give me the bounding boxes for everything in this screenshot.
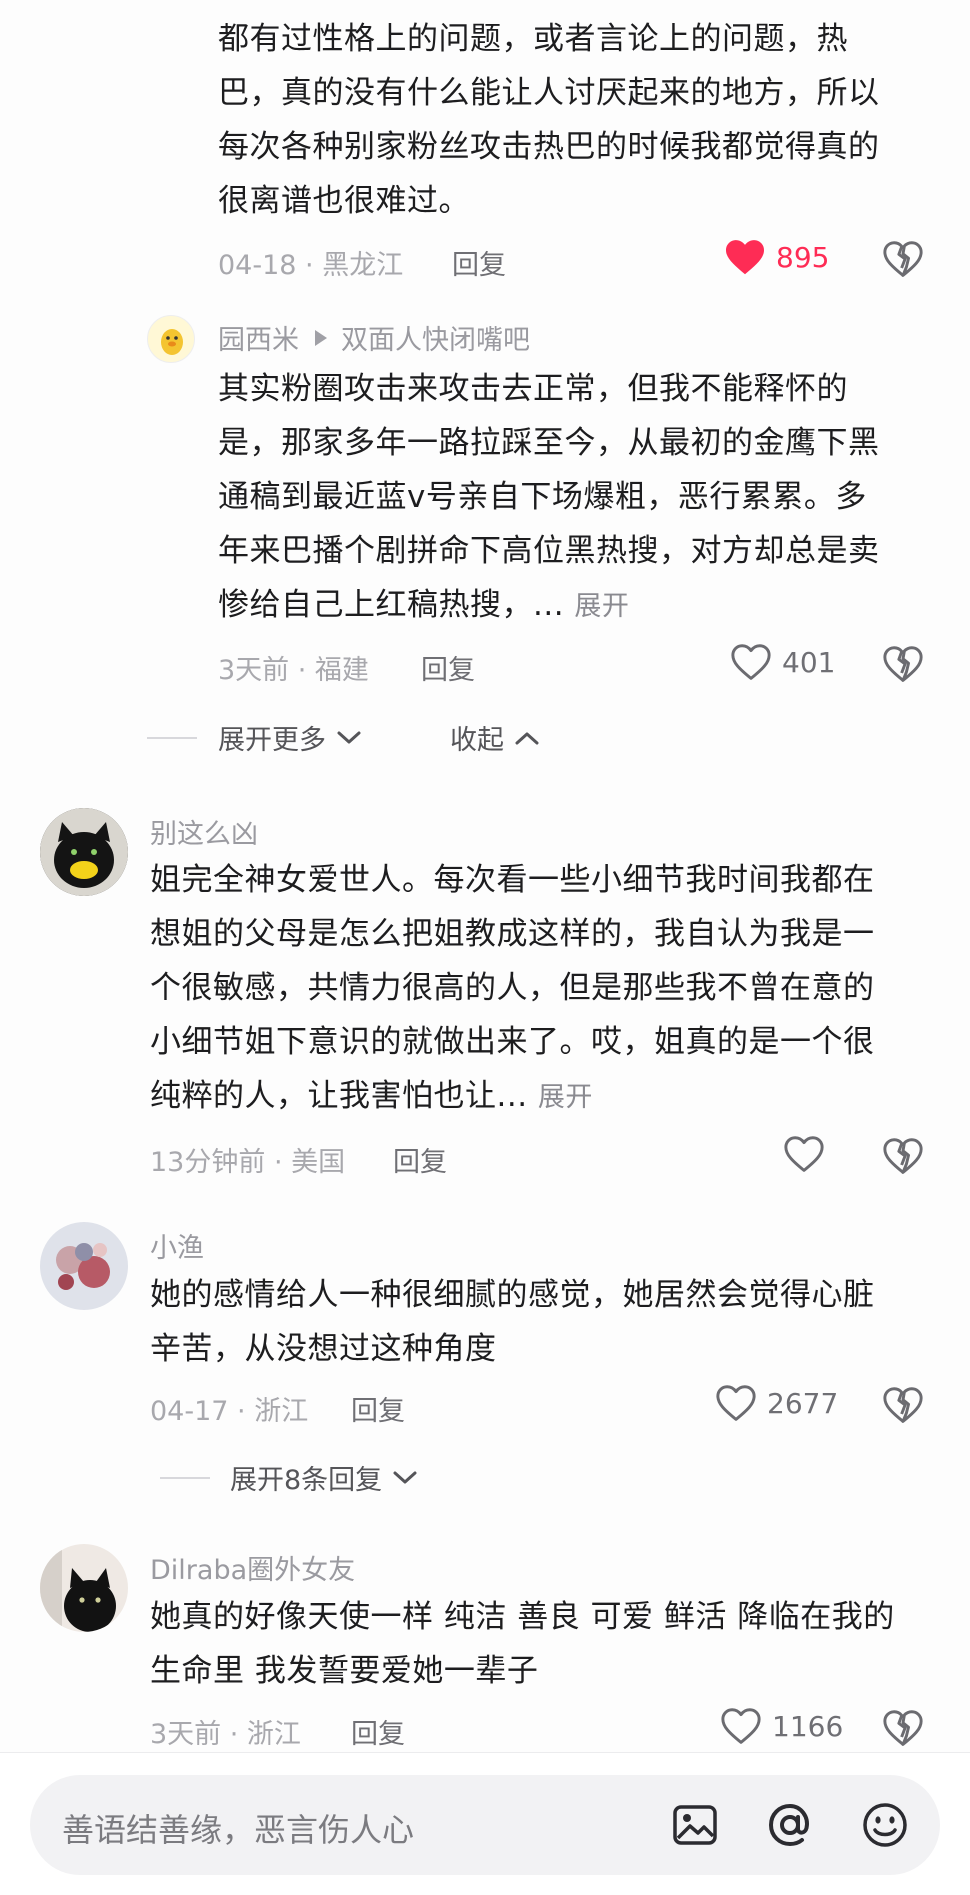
author-name[interactable]: 别这么凶 bbox=[150, 812, 258, 851]
dislike-button[interactable] bbox=[882, 1137, 924, 1179]
divider bbox=[160, 1477, 210, 1479]
comment-input-placeholder: 善语结善缘，恶言伤人心 bbox=[62, 1811, 415, 1849]
broken-heart-icon bbox=[883, 1387, 923, 1423]
avatar[interactable] bbox=[40, 808, 128, 896]
avatar[interactable] bbox=[40, 1544, 128, 1632]
mention-button[interactable] bbox=[765, 1800, 815, 1854]
chevron-up-icon bbox=[515, 732, 539, 744]
reply-button[interactable]: 回复 bbox=[351, 1712, 405, 1751]
dislike-button[interactable] bbox=[882, 1709, 924, 1751]
expand-replies-button[interactable]: 展开8条回复 bbox=[230, 1458, 418, 1497]
comment-meta: 13分钟前 · 美国 bbox=[150, 1147, 346, 1178]
like-button[interactable] bbox=[783, 1135, 835, 1173]
comment-meta: 04-18 · 黑龙江 bbox=[218, 250, 404, 281]
comment-text: 她真的好像天使一样 纯洁 善良 可爱 鲜活 降临在我的 生命里 我发誓要爱她一辈… bbox=[150, 1599, 895, 1689]
reply-button[interactable]: 回复 bbox=[421, 648, 475, 687]
heart-outline-icon bbox=[721, 1708, 761, 1744]
like-count: 2677 bbox=[767, 1386, 839, 1420]
heart-filled-icon bbox=[726, 240, 764, 275]
chevron-down-icon bbox=[393, 1471, 417, 1483]
at-icon bbox=[768, 1803, 809, 1847]
like-button[interactable]: 895 bbox=[724, 238, 829, 276]
emoji-button[interactable] bbox=[860, 1800, 910, 1854]
expand-text-button[interactable]: 展开 bbox=[574, 591, 629, 622]
reply-button[interactable]: 回复 bbox=[393, 1140, 447, 1179]
broken-heart-icon bbox=[883, 241, 923, 277]
author-line: 园西米 双面人快闭嘴吧 bbox=[218, 318, 530, 357]
broken-heart-icon bbox=[883, 646, 923, 682]
like-button[interactable]: 2677 bbox=[715, 1384, 838, 1422]
avatar[interactable] bbox=[40, 1222, 128, 1310]
reply-to-name[interactable]: 双面人快闭嘴吧 bbox=[341, 318, 530, 357]
comment-text: 她的感情给人一种很细腻的感觉，她居然会觉得心脏 辛苦，从没想过这种角度 bbox=[150, 1277, 875, 1367]
dislike-button[interactable] bbox=[882, 645, 924, 687]
chevron-down-icon bbox=[337, 731, 361, 743]
like-count: 895 bbox=[776, 240, 830, 274]
dislike-button[interactable] bbox=[882, 1386, 924, 1428]
photo-avatar-icon bbox=[40, 1222, 128, 1310]
black-cat-avatar-icon bbox=[40, 1544, 128, 1632]
reply-arrow-icon bbox=[315, 329, 327, 346]
comment-list: 都有过性格上的问题，或者言论上的问题，热 巴，真的没有什么能让人讨厌起来的地方，… bbox=[0, 0, 970, 1895]
emoji-icon bbox=[863, 1803, 907, 1847]
reply-button[interactable]: 回复 bbox=[452, 243, 506, 282]
heart-outline-icon bbox=[731, 644, 771, 680]
duck-avatar-icon bbox=[161, 329, 183, 355]
comment-text: 姐完全神女爱世人。每次看一些小细节我时间我都在 想姐的父母是怎么把姐教成这样的，… bbox=[150, 862, 875, 1114]
like-count: 1166 bbox=[772, 1709, 844, 1743]
broken-heart-icon bbox=[883, 1138, 923, 1174]
black-cat-avatar-icon bbox=[40, 808, 128, 896]
comment-meta: 04-17 · 浙江 bbox=[150, 1396, 309, 1427]
comment-text: 都有过性格上的问题，或者言论上的问题，热 巴，真的没有什么能让人讨厌起来的地方，… bbox=[218, 21, 880, 219]
author-name[interactable]: 园西米 bbox=[218, 318, 299, 357]
expand-text-button[interactable]: 展开 bbox=[538, 1082, 593, 1113]
like-count: 401 bbox=[782, 645, 836, 679]
like-button[interactable]: 1166 bbox=[720, 1707, 843, 1745]
broken-heart-icon bbox=[883, 1710, 923, 1746]
divider bbox=[147, 737, 197, 739]
comment-input[interactable]: 善语结善缘，恶言伤人心 bbox=[30, 1775, 940, 1875]
comment-meta: 3天前 · 浙江 bbox=[150, 1719, 301, 1750]
heart-outline-icon bbox=[716, 1385, 756, 1421]
image-icon bbox=[673, 1805, 717, 1845]
image-button[interactable] bbox=[670, 1800, 720, 1854]
comment-text: 其实粉圈攻击来攻击去正常，但我不能释怀的 是，那家多年一路拉踩至今，从最初的金鹰… bbox=[218, 371, 880, 623]
author-name[interactable]: 小渔 bbox=[150, 1226, 204, 1265]
comment-composer-bar: 善语结善缘，恶言伤人心 bbox=[0, 1752, 970, 1895]
avatar[interactable] bbox=[147, 315, 195, 363]
dislike-button[interactable] bbox=[882, 240, 924, 282]
comment-meta: 3天前 · 福建 bbox=[218, 655, 369, 686]
expand-more-button[interactable]: 展开更多 bbox=[218, 718, 362, 757]
like-button[interactable]: 401 bbox=[730, 643, 835, 681]
author-name[interactable]: Dilraba圈外女友 bbox=[150, 1548, 355, 1587]
reply-button[interactable]: 回复 bbox=[351, 1389, 405, 1428]
heart-outline-icon bbox=[784, 1136, 824, 1172]
collapse-button[interactable]: 收起 bbox=[450, 718, 540, 757]
